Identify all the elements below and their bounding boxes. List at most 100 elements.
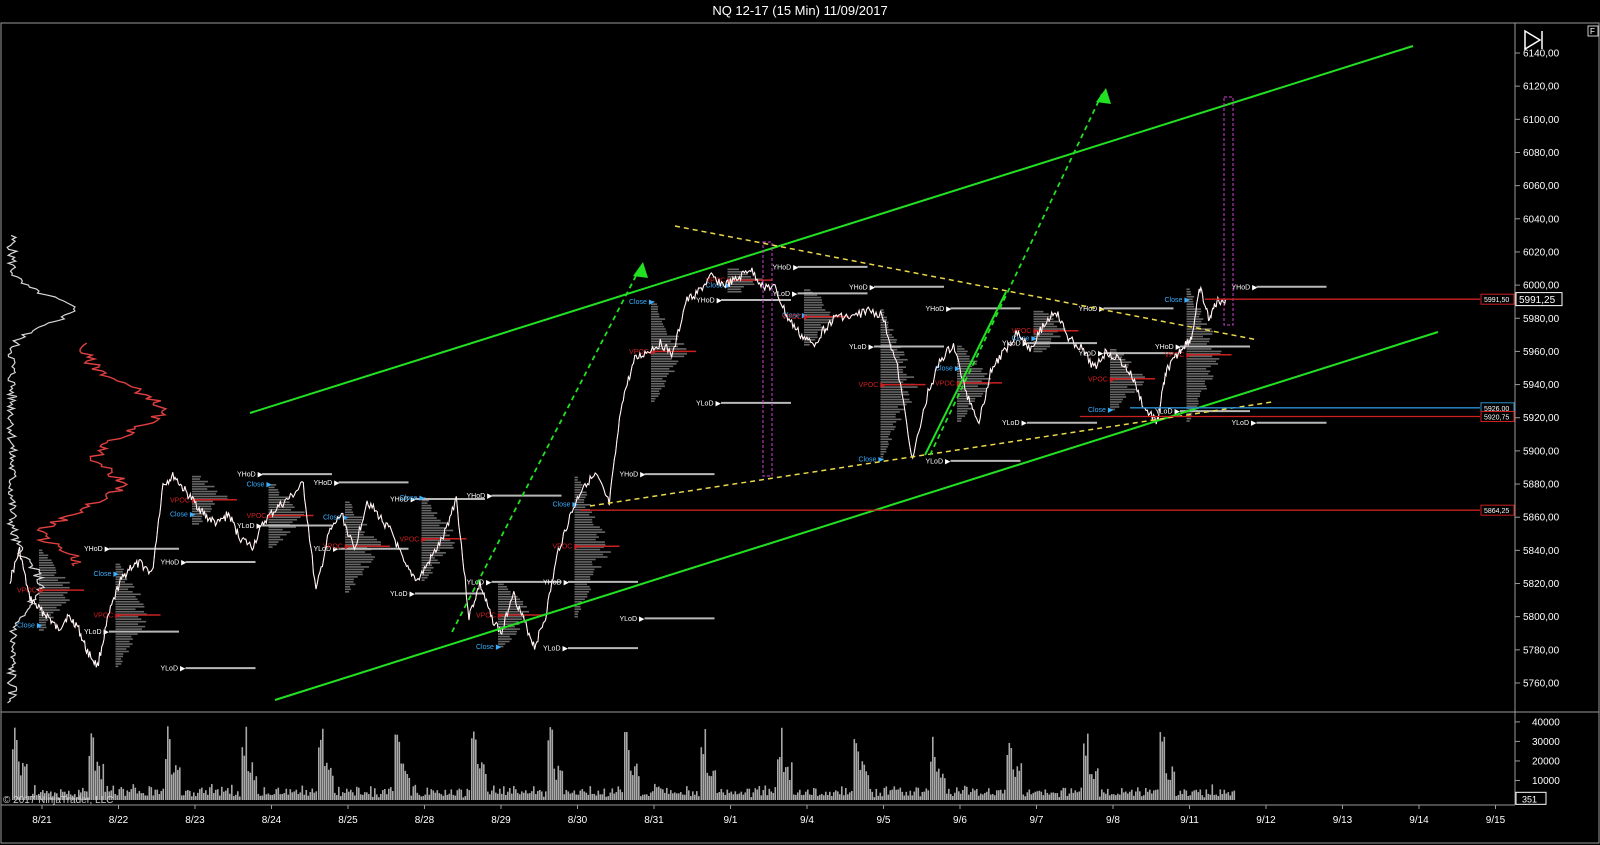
volume-bar: [193, 792, 195, 800]
projection-arrow-1[interactable]: [451, 267, 641, 633]
volume-bar: [1197, 792, 1200, 800]
volume-bar: [1169, 779, 1172, 800]
volume-profile-bin: [574, 533, 597, 536]
volume-bar: [760, 795, 763, 800]
volume-profile-bin: [498, 586, 508, 588]
volume-bar: [88, 755, 91, 800]
volume-bar: [694, 794, 696, 800]
volume-bar: [426, 787, 429, 800]
volume-profile-bin: [804, 299, 822, 301]
volume-bar: [956, 787, 958, 800]
volume-bar: [1193, 790, 1196, 800]
volume-profile-bin: [574, 568, 595, 571]
session-level-label: YLoD ▶: [1002, 420, 1027, 427]
volume-bar: [173, 772, 175, 800]
volume-bar: [1076, 792, 1079, 800]
price-chart[interactable]: YHoD ▶ YLoD ▶ Close ▶ VPOC ▶ YHoD ▶ YLoD ▶ Clo…: [0, 0, 1600, 845]
price-axis-label: 5780,00: [1523, 645, 1560, 656]
volume-profile-bin: [651, 325, 665, 328]
volume-bar: [1036, 791, 1039, 800]
volume-profile-bin: [421, 579, 425, 582]
scroll-to-end-icon[interactable]: [1524, 29, 1543, 51]
volume-profile-bin: [345, 553, 372, 556]
volume-bar: [521, 791, 523, 800]
volume-profile-bin: [345, 541, 381, 543]
volume-bar: [543, 796, 545, 800]
volume-bar: [289, 789, 292, 800]
volume-profile-bin: [1110, 376, 1145, 378]
volume-bar: [825, 791, 827, 800]
volume-axis-label: 40000: [1532, 717, 1560, 728]
volume-bar: [617, 786, 620, 800]
volume-profile-bin: [421, 544, 453, 547]
volume-bar: [801, 795, 803, 800]
volume-bar: [1183, 789, 1186, 800]
volume-profile-bin: [880, 368, 903, 371]
volume-bar: [269, 794, 272, 800]
volume-bar: [746, 788, 749, 800]
volume-bar: [666, 787, 668, 800]
drawing-tools-layer[interactable]: [249, 45, 1439, 701]
volume-profile-bin: [957, 405, 969, 407]
volume-profile-bin: [651, 313, 660, 315]
volume-profile-bin: [421, 522, 447, 524]
volume-profile-bin: [574, 588, 591, 591]
volume-bar: [281, 793, 284, 800]
volume-profile-bin: [804, 309, 826, 311]
channel-mid-segment[interactable]: [924, 291, 1007, 456]
volume-bar: [968, 794, 970, 800]
date-axis-label: 9/12: [1256, 815, 1276, 826]
left-profile-red: [35, 342, 168, 567]
volume-bar: [899, 787, 902, 800]
volume-bar: [853, 739, 856, 800]
volume-profile-bin: [115, 623, 139, 625]
volume-profile-bin: [268, 533, 287, 536]
volume-bar: [368, 794, 370, 800]
volume-bar: [1187, 795, 1190, 800]
volume-bar: [1225, 793, 1228, 800]
volume-profile-bin: [1110, 386, 1128, 388]
volume-bar: [1173, 771, 1176, 800]
volume-profile-bin: [345, 586, 351, 588]
volume-bar: [179, 767, 181, 800]
volume-bar: [932, 736, 934, 800]
volume-profile-bin: [574, 563, 593, 566]
volume-bar: [712, 770, 715, 800]
volume-profile-bin: [880, 334, 892, 336]
volume-profile-bin: [880, 403, 907, 406]
channel-upper-line[interactable]: [249, 45, 1414, 414]
volume-bar: [585, 792, 588, 800]
volume-bar: [791, 762, 793, 800]
volume-bar: [978, 795, 980, 800]
volume-bar: [734, 791, 737, 800]
volume-bar: [768, 788, 771, 800]
volume-bar: [879, 792, 882, 800]
session-level-label: YHoD ▶: [773, 264, 800, 271]
volume-profile-bin: [574, 486, 582, 489]
volume-bar: [593, 793, 596, 800]
volume-bar: [656, 787, 658, 800]
volume-bar: [328, 769, 330, 800]
session-level-label: Close ▶: [859, 457, 885, 464]
volume-profile-bin: [115, 568, 124, 571]
volume-bar: [444, 789, 447, 800]
volume-profile-bin: [1186, 315, 1200, 318]
volume-profile-bin: [1186, 305, 1195, 308]
projection-arrow-2[interactable]: [929, 93, 1103, 456]
volume-profile-bin: [804, 326, 824, 329]
volume-bar: [468, 790, 471, 800]
volume-bar: [165, 759, 167, 800]
volume-profile-bin: [1186, 308, 1201, 310]
volume-profile-bin: [574, 571, 594, 573]
volume-bar: [307, 795, 310, 800]
volume-profile-bin: [498, 598, 520, 601]
volume-bar: [309, 791, 312, 800]
volume-bar: [962, 789, 964, 800]
range-box-1[interactable]: [762, 241, 773, 477]
volume-profile-bin: [1186, 290, 1191, 293]
volume-profile-bin: [651, 368, 670, 370]
volume-bar: [1133, 795, 1135, 800]
volume-profile-bin: [880, 336, 894, 339]
volume-bar: [626, 732, 628, 800]
volume-bar: [525, 790, 527, 800]
